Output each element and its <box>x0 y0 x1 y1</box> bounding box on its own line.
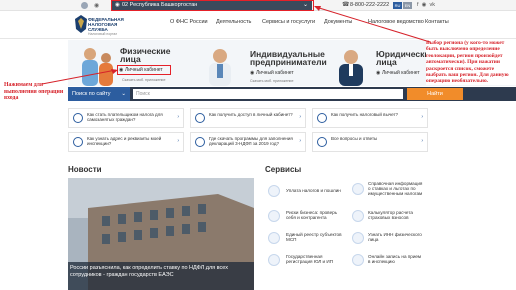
shield-icon <box>268 210 280 222</box>
wallet-icon <box>268 185 280 197</box>
registry-icon <box>268 232 280 244</box>
hero-card-entrepreneurs-title[interactable]: Индивидуальные предприниматели <box>250 50 330 67</box>
document-icon <box>73 113 83 123</box>
service-link[interactable]: Государственная регистрация ЮЛ и ИП <box>286 254 348 264</box>
service-link[interactable]: Справочная информация о ставках и льгота… <box>368 181 426 196</box>
question-icon <box>317 137 327 147</box>
chevron-down-icon: ⌄ <box>121 91 126 97</box>
annotation-login-arrow <box>40 66 120 86</box>
region-highlight-box <box>111 0 314 11</box>
nav-activity[interactable]: Деятельность <box>216 19 251 25</box>
service-link[interactable]: Риски бизнеса: проверь себя и контрагент… <box>286 210 348 220</box>
businessman-photo <box>336 48 366 86</box>
news-caption[interactable]: России разъяснила, как определить ставку… <box>70 265 250 278</box>
legal-cabinet-link[interactable]: ◉ Личный кабинет <box>376 70 420 76</box>
service-link[interactable]: Единый реестр субъектов МСП <box>286 232 348 242</box>
percent-icon <box>317 113 327 123</box>
quick-link-label: Как узнать адрес и реквизиты моей инспек… <box>87 136 162 146</box>
annotation-region: Выбор региона (у кого-то может быть выкл… <box>426 40 516 85</box>
search-button[interactable]: Найти <box>407 88 463 100</box>
entrepreneurs-app-link[interactable]: Скачать моб. приложение <box>250 79 293 83</box>
nav-about[interactable]: О ФНС России <box>170 19 208 25</box>
quick-link[interactable]: Как узнать адрес и реквизиты моей инспек… <box>68 132 184 152</box>
calculator-icon <box>352 210 364 222</box>
services-title[interactable]: Сервисы <box>265 165 301 174</box>
news-title[interactable]: Новости <box>68 165 102 174</box>
key-icon <box>195 113 205 123</box>
fns-logo-icon[interactable] <box>75 15 87 33</box>
quick-link-label: Все вопросы и ответы <box>331 136 378 141</box>
entrepreneurs-cabinet-label: Личный кабинет <box>256 70 294 76</box>
search-scope-label: Поиск по сайту <box>72 91 111 97</box>
chevron-right-icon: › <box>299 114 301 120</box>
id-card-icon <box>352 232 364 244</box>
chevron-right-icon: › <box>177 114 179 120</box>
individuals-app-link[interactable]: Скачать моб. приложение <box>122 78 165 82</box>
logo-subtitle: Налоговый портал <box>88 32 118 36</box>
chevron-right-icon: › <box>421 114 423 120</box>
chevron-right-icon: › <box>299 138 301 144</box>
login-highlight-box <box>117 65 171 75</box>
search-scope-select[interactable]: Поиск по сайту ⌄ <box>68 87 130 101</box>
quick-link[interactable]: Где скачать программы для заполнения дек… <box>190 132 306 152</box>
chevron-right-icon: › <box>177 138 179 144</box>
quick-link-label: Где скачать программы для заполнения дек… <box>209 136 293 146</box>
search-input[interactable]: Поиск <box>133 89 403 99</box>
hero-card-individuals-title[interactable]: Физические лица <box>120 47 170 64</box>
quick-link[interactable]: Все вопросы и ответы › <box>312 132 428 152</box>
annotation-region-arrow <box>312 4 432 44</box>
eye-icon[interactable]: ◉ <box>94 2 99 9</box>
quick-link[interactable]: Как получить доступ в личный кабинет? › <box>190 108 306 128</box>
emblem-icon <box>80 1 89 10</box>
quick-link-label: Как стать плательщиком налога для самоза… <box>87 112 163 122</box>
info-icon <box>352 183 364 195</box>
chevron-right-icon: › <box>421 138 423 144</box>
location-icon <box>73 137 83 147</box>
quick-link[interactable]: Как стать плательщиком налога для самоза… <box>68 108 184 128</box>
service-link[interactable]: Уплата налогов и пошлин <box>286 188 356 193</box>
service-link[interactable]: Калькулятор расчета страховых взносов <box>368 210 426 220</box>
lock-icon: ◉ <box>250 70 255 76</box>
calendar-icon <box>352 254 364 266</box>
service-link[interactable]: Узнать ИНН физического лица <box>368 232 424 242</box>
entrepreneurs-cabinet-link[interactable]: ◉ Личный кабинет <box>250 70 294 76</box>
legal-cabinet-label: Личный кабинет <box>382 70 420 76</box>
download-icon <box>195 137 205 147</box>
entrepreneur-photo <box>205 46 235 86</box>
nav-services[interactable]: Сервисы и госуслуги <box>262 19 315 25</box>
building-icon <box>268 254 280 266</box>
quick-link[interactable]: Как получить налоговый вычет? › <box>312 108 428 128</box>
quick-link-label: Как получить доступ в личный кабинет? <box>209 112 293 117</box>
hero-card-legal-title[interactable]: Юридические лица <box>376 50 434 67</box>
quick-link-label: Как получить налоговый вычет? <box>331 112 399 117</box>
lock-icon: ◉ <box>376 70 381 76</box>
service-link[interactable]: Онлайн запись на прием в инспекцию <box>368 254 424 264</box>
logo-title[interactable]: ФЕДЕРАЛЬНАЯ НАЛОГОВАЯ СЛУЖБА <box>88 17 138 32</box>
